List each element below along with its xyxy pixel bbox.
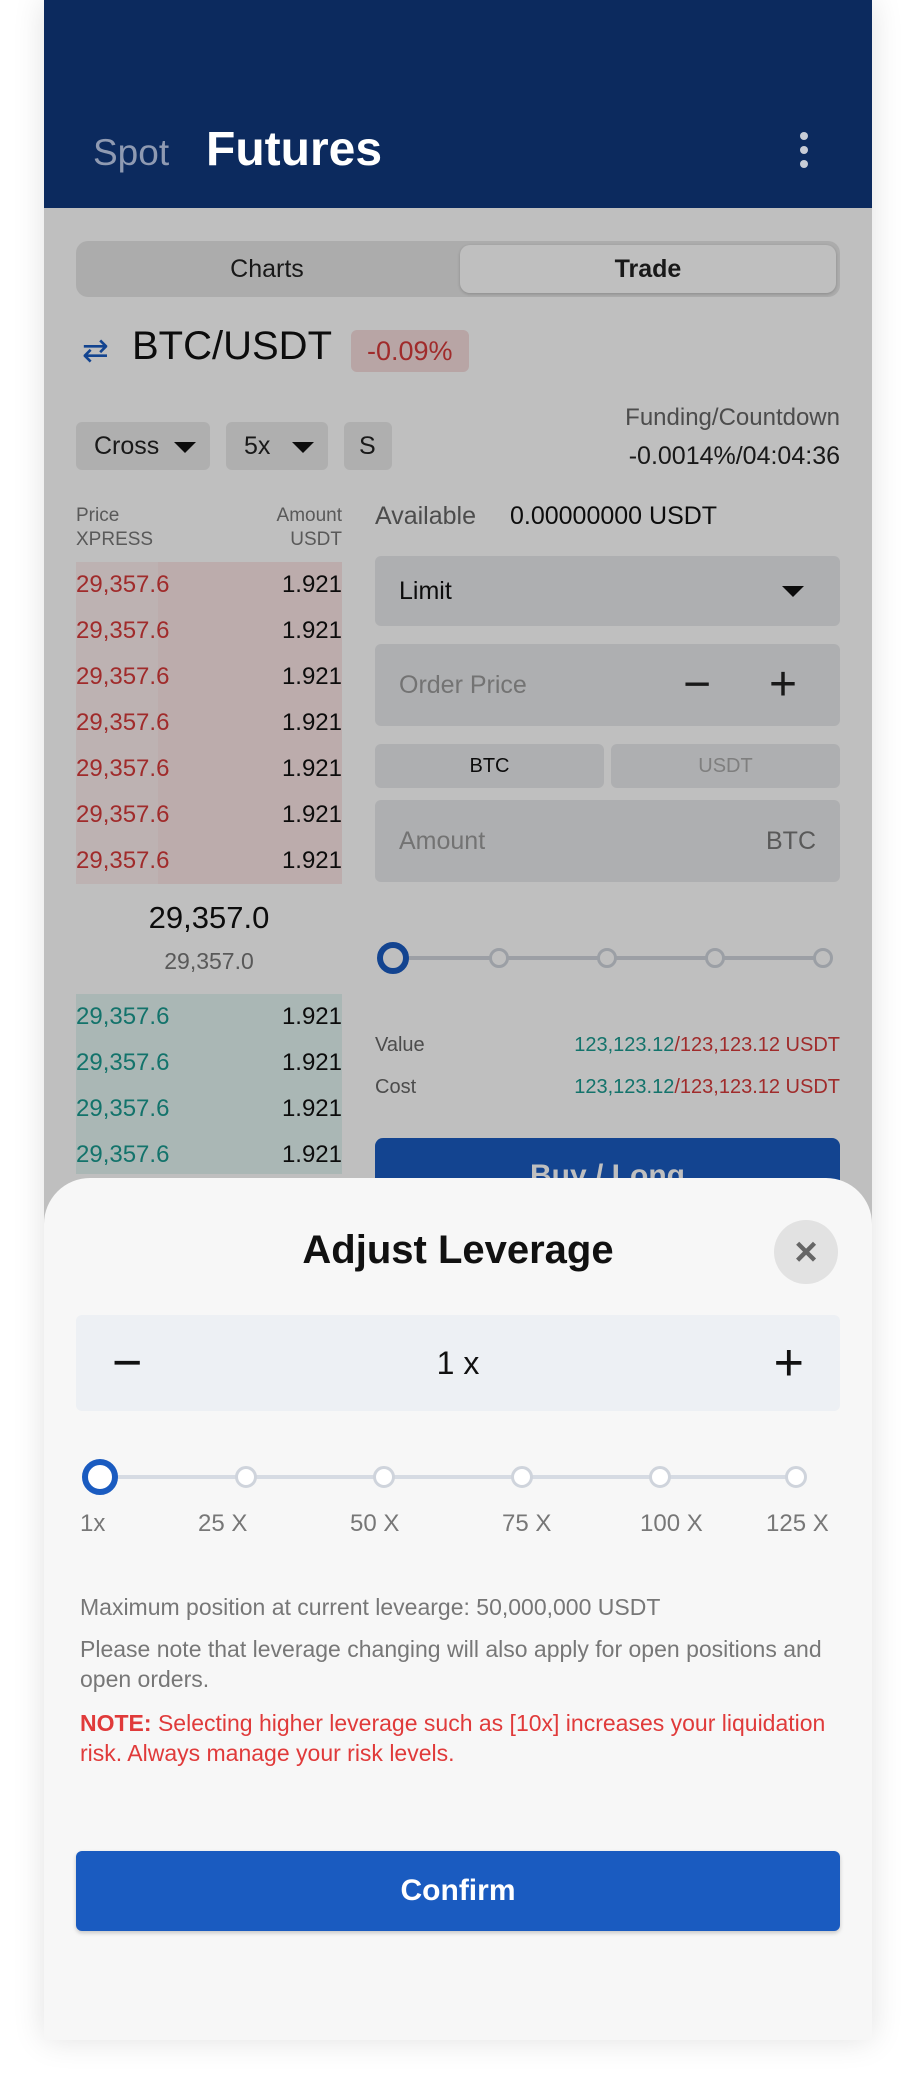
leverage-slider[interactable] [82,1459,807,1495]
leverage-mark: 1x [80,1510,106,1537]
leverage-mark: 50 X [350,1510,400,1537]
plus-icon[interactable]: + [774,1315,804,1411]
leverage-value[interactable]: 1 x [76,1315,840,1411]
leverage-mark: 100 X [640,1510,703,1537]
leverage-step[interactable] [649,1466,671,1488]
leverage-step[interactable] [235,1466,257,1488]
modal-title: Adjust Leverage [302,1228,614,1272]
leverage-mark: 75 X [502,1510,552,1537]
leverage-mark: 25 X [198,1510,248,1537]
leverage-warning-text: Please note that leverage changing will … [80,1636,822,1692]
leverage-slider-handle[interactable] [82,1459,118,1495]
leverage-mark: 125 X [766,1510,829,1537]
tab-spot[interactable]: Spot [93,132,169,174]
max-position-text: Maximum position at current levearge: 50… [80,1594,661,1620]
tab-futures[interactable]: Futures [206,122,382,177]
more-menu-icon[interactable] [792,132,816,172]
close-icon[interactable]: × [774,1220,838,1284]
risk-note: NOTE: Selecting higher leverage such as … [80,1708,840,1768]
adjust-leverage-sheet: Adjust Leverage × − 1 x + 1x 25 X 50 X 7… [44,1178,872,2040]
leverage-stepper: − 1 x + [76,1315,840,1411]
leverage-step[interactable] [511,1466,533,1488]
leverage-step[interactable] [785,1466,807,1488]
top-bar: Spot Futures [44,0,872,208]
leverage-step[interactable] [373,1466,395,1488]
note-text: Selecting higher leverage such as [10x] … [80,1710,826,1766]
note-label: NOTE: [80,1710,152,1736]
confirm-button[interactable]: Confirm [76,1851,840,1931]
app-screen: Spot Futures Charts Trade ⇄ BTC/USDT -0.… [44,0,872,2040]
